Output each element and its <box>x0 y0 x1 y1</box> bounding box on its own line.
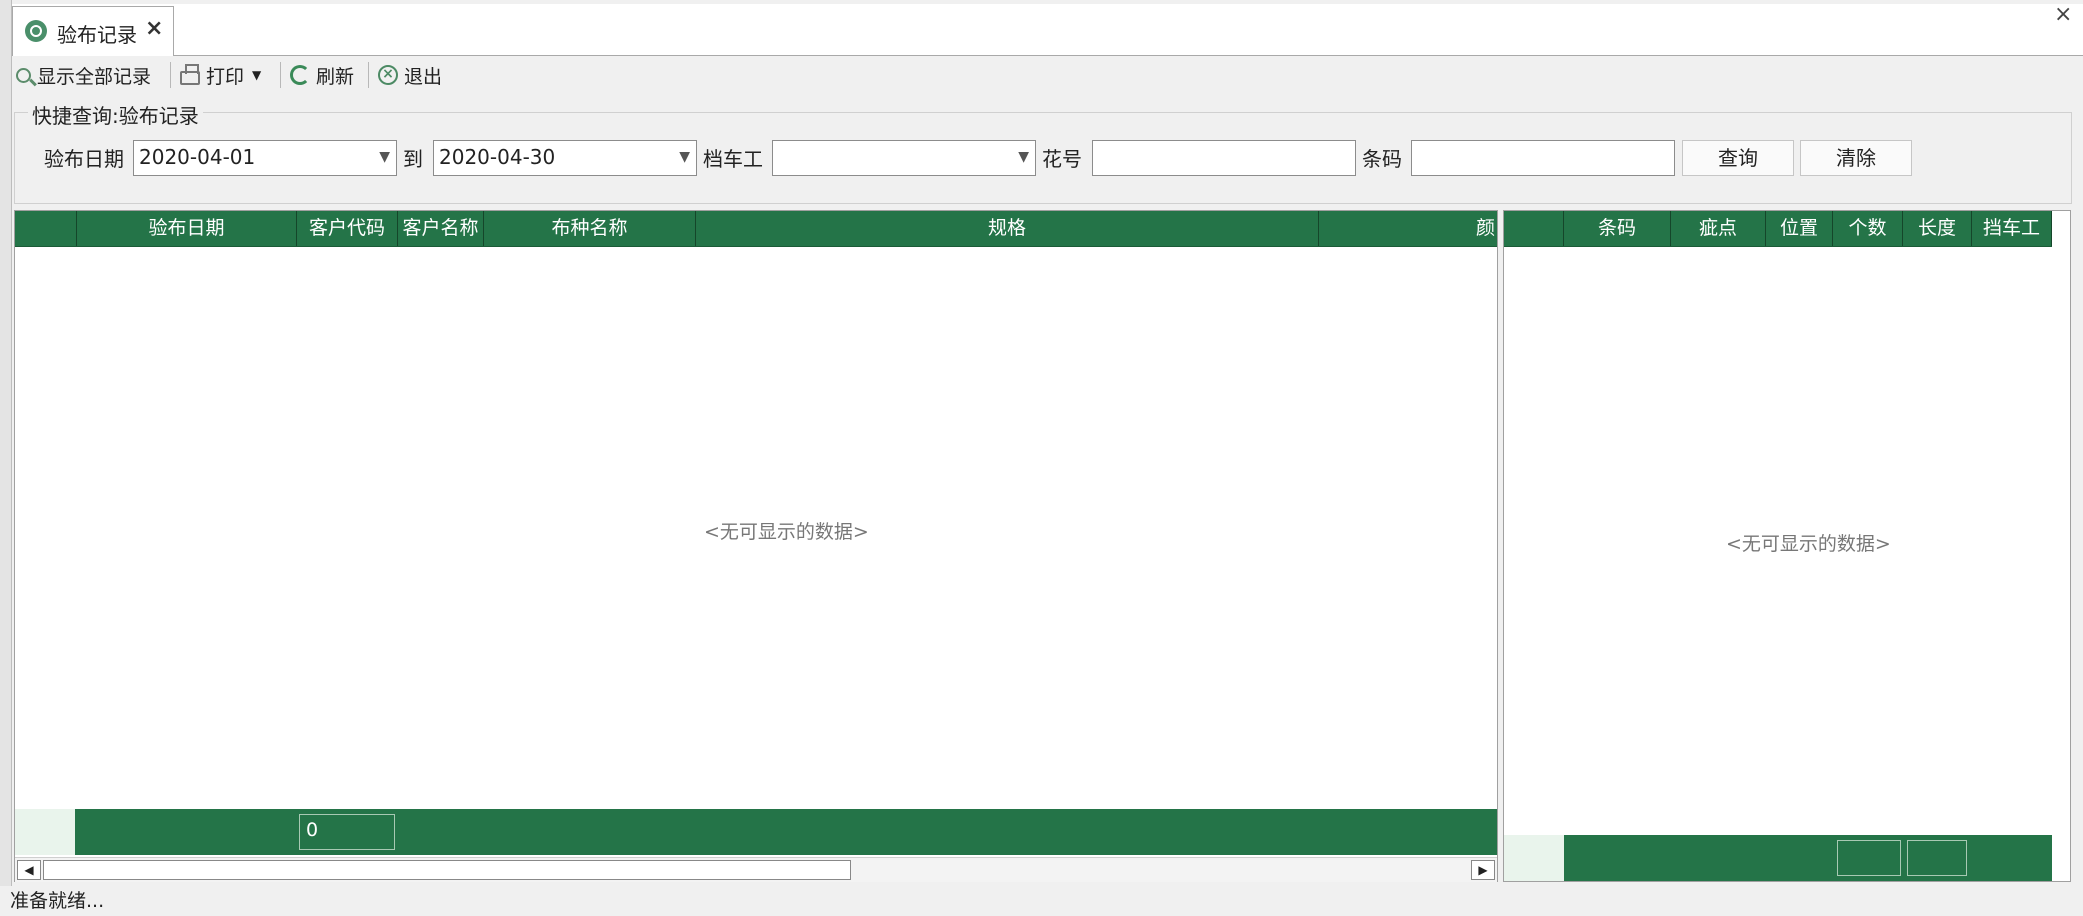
count-summary-cell <box>1837 840 1901 876</box>
tab-close-icon[interactable]: × <box>145 16 163 41</box>
chevron-down-icon[interactable]: ▼ <box>252 68 261 82</box>
detail-grid-empty-message: <无可显示的数据> <box>1726 533 1891 555</box>
printer-icon <box>180 64 200 85</box>
date-from-picker[interactable]: 2020-04-01 ▼ <box>133 140 397 176</box>
search-records-icon <box>16 67 31 83</box>
pattern-label: 花号 <box>1042 147 1082 171</box>
refresh-button[interactable]: 刷新 <box>290 56 354 94</box>
column-header-customer-name[interactable]: 客户名称 <box>398 211 484 246</box>
toolbar-divider <box>280 62 281 88</box>
exit-icon: × <box>378 65 398 85</box>
row-indicator-header <box>1504 211 1564 246</box>
quick-query-legend: 快捷查询:验布记录 <box>28 100 203 129</box>
clear-button[interactable]: 清除 <box>1800 140 1912 176</box>
record-count-summary: 0 <box>299 814 395 850</box>
column-header-position[interactable]: 位置 <box>1766 211 1833 246</box>
window-close-icon[interactable]: × <box>2054 2 2072 27</box>
exit-button[interactable]: × 退出 <box>378 56 442 94</box>
scroll-right-icon[interactable]: ▶ <box>1471 860 1495 880</box>
date-to-picker[interactable]: 2020-04-30 ▼ <box>433 140 697 176</box>
exit-label: 退出 <box>404 65 443 88</box>
chevron-down-icon[interactable]: ▼ <box>379 149 390 165</box>
detail-grid-header: 条码 疵点 位置 个数 长度 挡车工 <box>1504 211 2052 247</box>
print-button[interactable]: 打印 ▼ <box>180 56 261 94</box>
date-from-value: 2020-04-01 <box>139 145 256 169</box>
barcode-input[interactable] <box>1411 140 1675 176</box>
column-header-length[interactable]: 长度 <box>1903 211 1972 246</box>
chevron-down-icon[interactable]: ▼ <box>679 149 690 165</box>
column-header-fabric-name[interactable]: 布种名称 <box>484 211 696 246</box>
barcode-label: 条码 <box>1362 147 1402 171</box>
main-grid-horizontal-scrollbar[interactable]: ◀ ▶ <box>15 857 1497 882</box>
status-bar: 准备就绪... <box>0 886 2083 916</box>
scrollbar-thumb[interactable] <box>43 860 851 880</box>
operator-select[interactable]: ▼ <box>772 140 1036 176</box>
toolbar-divider <box>170 62 171 88</box>
column-header-defect[interactable]: 疵点 <box>1671 211 1766 246</box>
column-header-specification[interactable]: 规格 <box>696 211 1319 246</box>
main-grid-footer: 0 <box>15 809 1497 855</box>
search-button[interactable]: 查询 <box>1682 140 1794 176</box>
tab-label: 验布记录 <box>57 23 137 47</box>
footer-indicator-cell <box>1504 835 1564 881</box>
column-header-color[interactable]: 颜 <box>1319 211 1497 246</box>
toolbar: 显示全部记录 打印 ▼ 刷新 × 退出 <box>12 56 2083 94</box>
main-grid-header: 验布日期 客户代码 客户名称 布种名称 规格 颜 <box>15 211 1497 247</box>
scroll-left-icon[interactable]: ◀ <box>17 860 41 880</box>
footer-indicator-cell <box>15 809 75 855</box>
to-label: 到 <box>403 147 423 171</box>
defect-detail-grid[interactable]: 条码 疵点 位置 个数 长度 挡车工 <无可显示的数据> <box>1503 210 2071 882</box>
column-header-operator[interactable]: 挡车工 <box>1972 211 2052 246</box>
column-header-count[interactable]: 个数 <box>1833 211 1903 246</box>
refresh-label: 刷新 <box>316 65 355 88</box>
detail-grid-footer <box>1504 835 2052 881</box>
length-summary-cell <box>1907 840 1967 876</box>
date-to-value: 2020-04-30 <box>439 145 556 169</box>
chevron-down-icon[interactable]: ▼ <box>1018 149 1029 165</box>
globe-icon <box>25 20 47 42</box>
inspection-date-label: 验布日期 <box>44 147 124 171</box>
outer-window-edge <box>0 0 12 916</box>
tab-inspection-records[interactable]: 验布记录 × <box>12 6 174 56</box>
column-header-barcode[interactable]: 条码 <box>1564 211 1671 246</box>
pattern-input[interactable] <box>1092 140 1356 176</box>
column-header-customer-code[interactable]: 客户代码 <box>297 211 398 246</box>
refresh-icon <box>290 65 310 85</box>
show-all-label: 显示全部记录 <box>37 65 152 88</box>
column-header-inspection-date[interactable]: 验布日期 <box>77 211 297 246</box>
toolbar-divider <box>368 62 369 88</box>
show-all-records-button[interactable]: 显示全部记录 <box>16 56 151 94</box>
main-grid-empty-message: <无可显示的数据> <box>704 521 869 543</box>
print-label: 打印 <box>206 65 245 88</box>
operator-label: 档车工 <box>703 147 763 171</box>
row-indicator-header <box>15 211 77 246</box>
main-records-grid[interactable]: 验布日期 客户代码 客户名称 布种名称 规格 颜 <无可显示的数据> 0 ◀ ▶ <box>14 210 1498 882</box>
tab-bar <box>12 4 2083 56</box>
